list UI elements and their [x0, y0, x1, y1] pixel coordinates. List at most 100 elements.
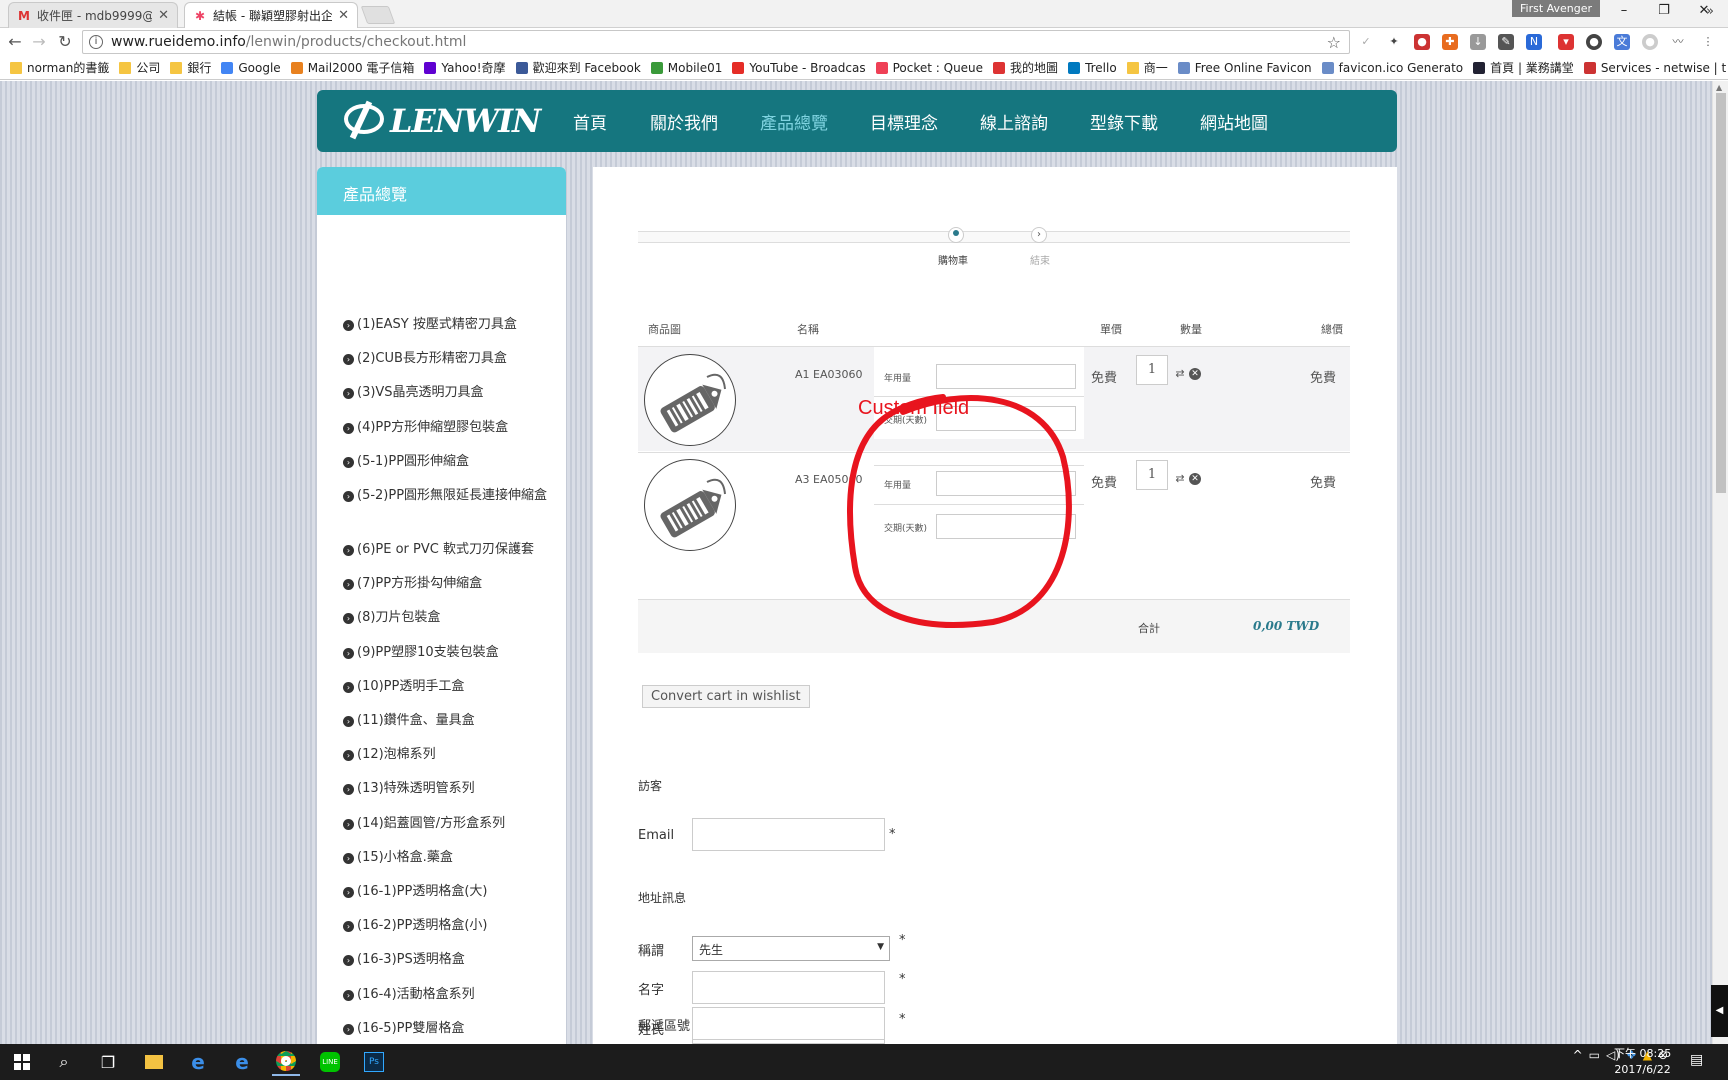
bookmark-item[interactable]: Services - netwise | t: [1583, 61, 1726, 75]
sidebar-category-item[interactable]: › (16-2)PP透明格盒(小): [343, 917, 553, 935]
check-extension-icon[interactable]: ✓: [1358, 34, 1374, 50]
sidebar-category-item[interactable]: › (1)EASY 按壓式精密刀具盒: [343, 316, 553, 334]
lenwin-logo[interactable]: LENWIN: [344, 100, 541, 140]
bookmark-item[interactable]: 銀行: [170, 59, 211, 76]
first-name-field[interactable]: [692, 971, 885, 1004]
close-window-icon[interactable]: ✕: [1684, 0, 1724, 24]
bookmark-item[interactable]: YouTube - Broadcas: [732, 61, 866, 75]
chrome-icon[interactable]: [272, 1048, 300, 1076]
sidebar-category-item[interactable]: › (5-2)PP圓形無限延長連接伸縮盒: [343, 487, 553, 505]
bookmark-item[interactable]: Google: [221, 61, 281, 75]
price-tag-icon[interactable]: [644, 354, 736, 446]
nav-consult[interactable]: 線上諮詢: [980, 109, 1048, 134]
bookmark-star-icon[interactable]: ☆: [1327, 33, 1341, 52]
bookmark-item[interactable]: Mail2000 電子信箱: [290, 59, 414, 76]
more-bookmarks-icon[interactable]: »: [1706, 4, 1714, 19]
bookmark-item[interactable]: Trello: [1068, 61, 1117, 75]
sidebar-category-item[interactable]: › (15)小格盒.藥盒: [343, 849, 553, 867]
pocket-extension-icon[interactable]: ▾: [1558, 34, 1574, 50]
bookmark-item[interactable]: Yahoo!奇摩: [424, 59, 506, 76]
spark-extension-icon[interactable]: ✦: [1386, 34, 1402, 50]
sidebar-category-item[interactable]: › (10)PP透明手工盒: [343, 678, 553, 696]
remove-icon[interactable]: ✕: [1189, 368, 1201, 380]
email-field[interactable]: [692, 818, 885, 851]
back-icon[interactable]: ←: [4, 31, 26, 53]
bookmark-item[interactable]: 首頁 | 業務講堂: [1473, 59, 1574, 76]
scroll-thumb[interactable]: [1716, 93, 1726, 493]
bookmark-item[interactable]: Mobile01: [650, 61, 722, 75]
sidebar-category-item[interactable]: › (16-3)PS透明格盒: [343, 951, 553, 969]
forward-icon[interactable]: →: [28, 31, 50, 53]
sidebar-category-item[interactable]: › (8)刀片包裝盒: [343, 609, 553, 627]
price-tag-icon[interactable]: [644, 459, 736, 551]
windows-start-icon[interactable]: [8, 1048, 36, 1076]
nav-home[interactable]: 首頁: [573, 109, 607, 134]
photoshop-icon[interactable]: Ps: [360, 1048, 388, 1076]
circle-extension-icon[interactable]: ●: [1642, 34, 1658, 50]
chrome-menu-icon[interactable]: ⋮: [1700, 34, 1716, 50]
refresh-icon[interactable]: ⇄: [1174, 473, 1186, 485]
site-info-icon[interactable]: i: [89, 35, 103, 49]
remove-icon[interactable]: ✕: [1189, 473, 1201, 485]
refresh-icon[interactable]: ⇄: [1174, 368, 1186, 380]
sidebar-category-item[interactable]: › (2)CUB長方形精密刀具盒: [343, 350, 553, 368]
bookmark-item[interactable]: 公司: [119, 59, 160, 76]
close-tab-icon[interactable]: ✕: [158, 8, 169, 23]
nav-goals[interactable]: 目標理念: [870, 109, 938, 134]
chevron-up-icon[interactable]: ^: [1573, 1048, 1583, 1062]
scroll-up-icon[interactable]: ▲: [1716, 83, 1722, 92]
bookmark-item[interactable]: norman的書籤: [10, 59, 109, 76]
tab-checkout[interactable]: ✱ 結帳 - 聯穎塑膠射出企業 ✕: [184, 2, 358, 28]
bookmark-item[interactable]: 歡迎來到 Facebook: [515, 59, 641, 76]
sidebar-category-item[interactable]: › (16-1)PP透明格盒(大): [343, 883, 553, 901]
bookmark-item[interactable]: Free Online Favicon: [1177, 61, 1312, 75]
profile-button[interactable]: First Avenger: [1512, 0, 1601, 17]
internet-explorer-icon[interactable]: e: [228, 1048, 256, 1076]
new-extension-icon[interactable]: N: [1526, 34, 1542, 50]
bookmark-item[interactable]: 商一: [1126, 59, 1168, 76]
reload-icon[interactable]: ↻: [54, 31, 76, 53]
sidebar-category-item[interactable]: › (9)PP塑膠10支裝包裝盒: [343, 644, 553, 662]
sidebar-category-item[interactable]: › (13)特殊透明管系列: [343, 780, 553, 798]
side-panel-toggle[interactable]: ◀: [1711, 985, 1728, 1037]
sidebar-category-item[interactable]: › (14)鋁蓋圓管/方形盒系列: [343, 815, 553, 833]
translate-extension-icon[interactable]: 文: [1614, 34, 1630, 50]
tab-gmail[interactable]: M 收件匣 - mdb9999@gm ✕: [8, 2, 178, 28]
search-icon[interactable]: ⌕: [50, 1048, 78, 1076]
network-icon[interactable]: ▭: [1589, 1048, 1600, 1062]
github-extension-icon[interactable]: ●: [1586, 34, 1602, 50]
download-extension-icon[interactable]: ↓: [1470, 34, 1486, 50]
bookmark-item[interactable]: 我的地圖: [993, 59, 1058, 76]
puzzle-extension-icon[interactable]: ✚: [1442, 34, 1458, 50]
sidebar-category-item[interactable]: › (16-5)PP雙層格盒: [343, 1020, 553, 1038]
file-explorer-icon[interactable]: [140, 1048, 168, 1076]
close-tab-icon[interactable]: ✕: [338, 8, 349, 23]
feather-extension-icon[interactable]: ✎: [1498, 34, 1514, 50]
new-tab-button[interactable]: [360, 6, 396, 24]
sidebar-category-item[interactable]: › (11)鑽件盒、量具盒: [343, 712, 553, 730]
quantity-input[interactable]: 1: [1136, 355, 1168, 385]
task-view-icon[interactable]: ❐: [94, 1048, 122, 1076]
notification-icon[interactable]: ▤: [1690, 1052, 1703, 1068]
address-bar[interactable]: i www.rueidemo.info/lenwin/products/chec…: [82, 30, 1350, 54]
sidebar-category-item[interactable]: › (6)PE or PVC 軟式刀刃保護套: [343, 541, 553, 559]
system-clock[interactable]: 下午 08:25 2017/6/22: [1614, 1046, 1671, 1078]
nav-catalog[interactable]: 型錄下載: [1090, 109, 1158, 134]
title-select[interactable]: 先生 ▼: [692, 936, 890, 961]
bookmark-item[interactable]: favicon.ico Generato: [1321, 61, 1463, 75]
sidebar-category-item[interactable]: › (16-4)活動格盒系列: [343, 986, 553, 1004]
nav-sitemap[interactable]: 網站地圖: [1200, 109, 1268, 134]
page-scrollbar[interactable]: ▲: [1712, 81, 1728, 1044]
minimize-icon[interactable]: –: [1604, 0, 1644, 24]
sidebar-category-item[interactable]: › (7)PP方形掛勾伸縮盒: [343, 575, 553, 593]
sidebar-category-item[interactable]: › (5-1)PP圓形伸縮盒: [343, 453, 553, 471]
bookmark-item[interactable]: Pocket : Queue: [875, 61, 983, 75]
convert-to-wishlist-button[interactable]: Convert cart in wishlist: [642, 685, 810, 708]
restore-icon[interactable]: ❐: [1644, 0, 1684, 24]
line-icon[interactable]: LINE: [316, 1048, 344, 1076]
nav-products[interactable]: 產品總覽: [760, 109, 828, 134]
wave-extension-icon[interactable]: 〰: [1670, 34, 1686, 50]
nav-about[interactable]: 關於我們: [650, 109, 718, 134]
sidebar-category-item[interactable]: › (3)VS晶亮透明刀具盒: [343, 384, 553, 402]
quantity-input[interactable]: 1: [1136, 460, 1168, 490]
